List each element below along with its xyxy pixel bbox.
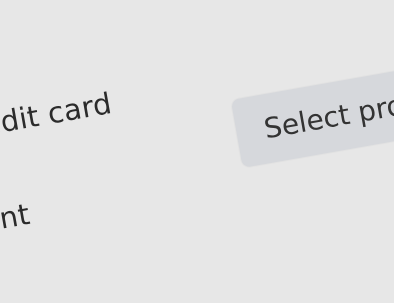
account-option-label: account — [0, 196, 33, 251]
credit-card-option-label: nt / credit card — [0, 86, 115, 157]
payment-method-scene: nt / credit card account Select pro — [0, 0, 394, 303]
rotated-content: nt / credit card account Select pro — [0, 0, 394, 276]
select-provider-button[interactable]: Select pro — [230, 65, 394, 168]
